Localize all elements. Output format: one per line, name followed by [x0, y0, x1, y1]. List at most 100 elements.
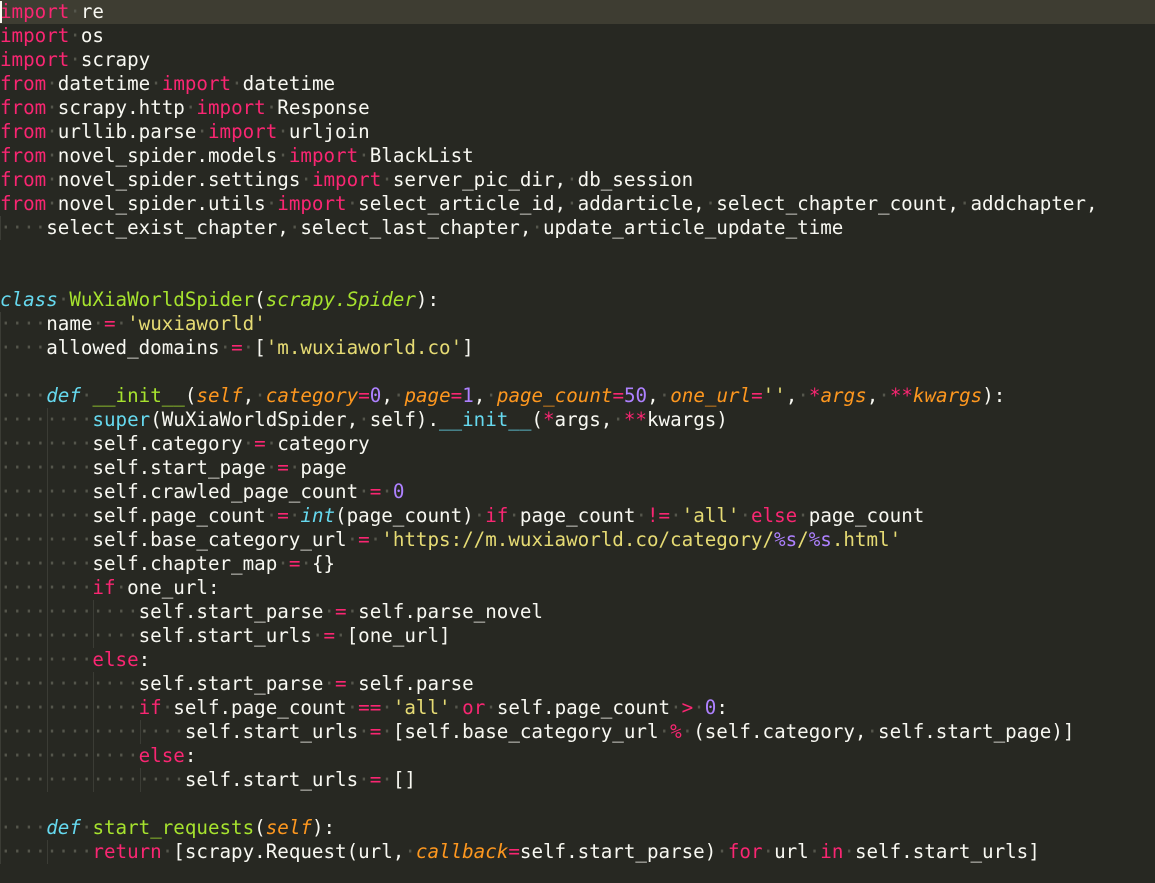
code-token: =	[254, 432, 266, 455]
indent-guide	[0, 792, 1, 816]
code-token: :	[138, 648, 151, 671]
code-token: 'all'	[392, 696, 451, 719]
code-line[interactable]: ············self.start_parse·=·self.pars…	[0, 600, 1155, 624]
code-token: =	[104, 312, 116, 335]
code-token: else	[138, 744, 185, 767]
code-line[interactable]: ············self.start_urls·=·[one_url]	[0, 624, 1155, 648]
code-token: callback	[415, 840, 509, 863]
code-line[interactable]: ········self.page_count·=·int(page_count…	[0, 504, 1155, 528]
code-token: datetime	[242, 72, 336, 95]
code-line[interactable]: import·re	[0, 0, 1155, 24]
code-token: self.chapter_map	[92, 552, 278, 575]
space-dot: ·	[450, 696, 463, 719]
space-dot: ·	[311, 624, 324, 647]
code-token: datetime	[57, 72, 151, 95]
code-line[interactable]: from·novel_spider.models·import·BlackLis…	[0, 144, 1155, 168]
space-dot: ·	[381, 168, 393, 191]
code-line[interactable]	[0, 792, 1155, 816]
code-token: return	[92, 840, 162, 863]
code-token: import	[196, 96, 266, 119]
space-dot: ·	[300, 168, 312, 191]
code-line[interactable]: ········self.chapter_map·=·{}	[0, 552, 1155, 576]
code-line[interactable]: ················self.start_urls·=·[]	[0, 768, 1155, 792]
code-editor[interactable]: import·re import·os import·scrapy from·date…	[0, 0, 1155, 883]
code-token: class	[0, 288, 58, 311]
code-line[interactable]: ········self.crawled_page_count·=·0	[0, 480, 1155, 504]
space-dot: ·	[115, 312, 128, 335]
space-dot: ·	[358, 408, 370, 431]
code-token: def	[46, 384, 81, 407]
code-line[interactable]: ····name·=·'wuxiaworld'	[0, 312, 1155, 336]
space-dot: ·	[346, 600, 359, 623]
code-line[interactable]: ········self.category·=·category	[0, 432, 1155, 456]
code-token: =	[612, 384, 624, 407]
code-line[interactable]: ········self.base_category_url·=·'https:…	[0, 528, 1155, 552]
code-line[interactable]: from·urllib.parse·import·urljoin	[0, 120, 1155, 144]
code-line[interactable]: ········self.start_page·=·page	[0, 456, 1155, 480]
code-line[interactable]: ········super(WuXiaWorldSpider,·self).__…	[0, 408, 1155, 432]
code-line[interactable]: ····select_exist_chapter,·select_last_ch…	[0, 216, 1155, 240]
code-line[interactable]: from·novel_spider.settings·import·server…	[0, 168, 1155, 192]
code-token: page	[404, 384, 451, 407]
code-token: *	[808, 384, 821, 407]
code-token: for	[727, 840, 763, 863]
code-token: **	[623, 408, 647, 431]
code-token: 0	[392, 480, 405, 503]
code-token: self	[196, 384, 243, 407]
code-token: (	[531, 408, 543, 431]
space-dot: ·	[878, 384, 890, 407]
code-line[interactable]: import·scrapy	[0, 48, 1155, 72]
code-line[interactable]: class·WuXiaWorldSpider(scrapy.Spider):	[0, 288, 1155, 312]
leading-whitespace: ············	[0, 600, 139, 623]
code-line[interactable]: from·scrapy.http·import·Response	[0, 96, 1155, 120]
code-line[interactable]: ················self.start_urls·=·[self.…	[0, 720, 1155, 744]
code-line[interactable]: ············self.start_parse·=·self.pars…	[0, 672, 1155, 696]
space-dot: ·	[693, 696, 705, 719]
code-token: in	[820, 840, 844, 863]
code-line[interactable]: ····allowed_domains·=·['m.wuxiaworld.co'…	[0, 336, 1155, 360]
code-token: =	[231, 336, 243, 359]
space-dot: ·	[288, 216, 301, 239]
space-dot: ·	[808, 840, 821, 863]
code-line[interactable]: ····def·__init__(self,·category=0,·page=…	[0, 384, 1155, 408]
code-line[interactable]: ············else:	[0, 744, 1155, 768]
space-dot: ·	[346, 672, 359, 695]
code-line[interactable]: ········return·[scrapy.Request(url,·call…	[0, 840, 1155, 864]
leading-whitespace: ········	[0, 432, 93, 455]
space-dot: ·	[265, 504, 278, 527]
code-line[interactable]	[0, 360, 1155, 384]
space-dot: ·	[265, 456, 278, 479]
leading-whitespace: ············	[0, 696, 139, 719]
code-line[interactable]	[0, 264, 1155, 288]
code-line[interactable]: ····def·start_requests(self):	[0, 816, 1155, 840]
code-line[interactable]: ········if·one_url:	[0, 576, 1155, 600]
code-token: select_last_chapter,	[300, 216, 532, 239]
code-token: ,	[785, 384, 798, 407]
code-line[interactable]: from·datetime·import·datetime	[0, 72, 1155, 96]
code-line[interactable]: ············if·self.page_count·==·'all'·…	[0, 696, 1155, 720]
code-token: select_chapter_count,	[716, 192, 959, 215]
code-token: import	[161, 72, 232, 95]
leading-whitespace: ············	[0, 624, 139, 647]
code-token: from	[0, 192, 47, 215]
code-line[interactable]: from·novel_spider.utils·import·select_ar…	[0, 192, 1155, 216]
code-token: import	[277, 192, 347, 215]
code-token: *	[542, 408, 555, 431]
space-dot: ·	[69, 24, 81, 47]
code-token: else	[751, 504, 798, 527]
code-token: self).	[369, 408, 439, 431]
code-line[interactable]: ········else:	[0, 648, 1155, 672]
code-line[interactable]: import·os	[0, 24, 1155, 48]
code-token: self.parse_novel	[358, 600, 543, 623]
code-line[interactable]	[0, 240, 1155, 264]
code-token: novel_spider.utils	[57, 192, 266, 215]
code-token: ,	[473, 384, 486, 407]
space-dot: ·	[196, 120, 208, 143]
code-token: allowed_domains	[46, 336, 220, 359]
code-token: category	[265, 384, 359, 407]
code-token: (	[184, 384, 197, 407]
space-dot: ·	[46, 96, 58, 119]
code-token: (page_count)	[335, 504, 474, 527]
code-token: =	[369, 768, 382, 791]
space-dot: ·	[658, 384, 671, 407]
